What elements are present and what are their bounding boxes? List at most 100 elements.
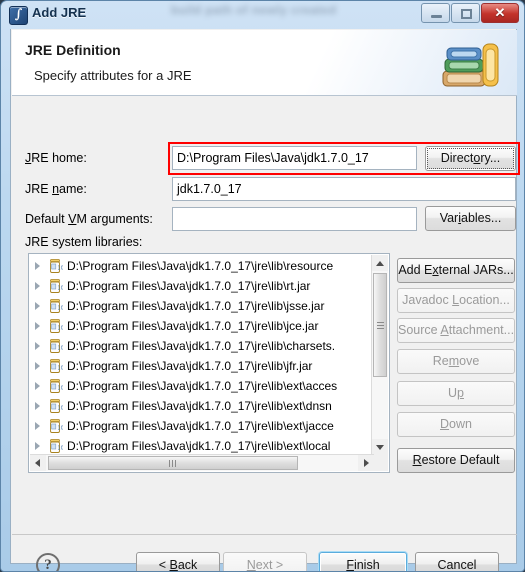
expand-arrow-icon[interactable]: [35, 342, 40, 350]
maximize-button[interactable]: [451, 3, 480, 23]
svg-text:10: 10: [57, 445, 63, 451]
minimize-icon: [431, 15, 442, 18]
caret-right-icon: [364, 459, 369, 467]
tree-row[interactable]: 10 D:\Program Files\Java\jdk1.7.0_17\jre\…: [29, 376, 374, 396]
svg-text:10: 10: [57, 265, 63, 271]
tree-row[interactable]: 10 D:\Program Files\Java\jdk1.7.0_17\jre\…: [29, 296, 374, 316]
jar-icon: 10: [47, 258, 64, 274]
title-bar[interactable]: ∫ Add JRE ✕: [1, 1, 524, 29]
side-button-up[interactable]: Up: [397, 381, 515, 406]
jre-name-input[interactable]: jdk1.7.0_17: [172, 177, 516, 201]
tree-row[interactable]: 10 D:\Program Files\Java\jdk1.7.0_17\jre\…: [29, 276, 374, 296]
back-button[interactable]: < Back: [136, 552, 220, 571]
tree-row-label: D:\Program Files\Java\jdk1.7.0_17\jre\li…: [67, 359, 313, 373]
maximize-icon: [461, 9, 472, 19]
jar-icon: 10: [47, 318, 64, 334]
scrollbar-corner: [372, 455, 388, 471]
tree-vertical-scrollbar[interactable]: [371, 255, 388, 455]
jar-icon: 10: [47, 338, 64, 354]
tree-horizontal-scrollbar[interactable]: [30, 454, 374, 471]
jar-icon: 10: [47, 378, 64, 394]
jre-system-libraries-label: JRE system libraries:: [25, 235, 143, 249]
eclipse-icon: ∫: [9, 6, 28, 25]
side-button-remove[interactable]: Remove: [397, 349, 515, 374]
expand-arrow-icon[interactable]: [35, 362, 40, 370]
tree-row-label: D:\Program Files\Java\jdk1.7.0_17\jre\li…: [67, 279, 311, 293]
svg-text:10: 10: [57, 345, 63, 351]
tree-row[interactable]: 10 D:\Program Files\Java\jdk1.7.0_17\jre\…: [29, 336, 374, 356]
tree-row[interactable]: 10 D:\Program Files\Java\jdk1.7.0_17\jre\…: [29, 356, 374, 376]
caret-left-icon: [35, 459, 40, 467]
caret-down-icon: [376, 445, 384, 450]
caret-up-icon: [376, 261, 384, 266]
tree-row[interactable]: 10 D:\Program Files\Java\jdk1.7.0_17\jre\…: [29, 316, 374, 336]
jar-icon: 10: [47, 278, 64, 294]
svg-text:10: 10: [57, 305, 63, 311]
svg-text:10: 10: [57, 405, 63, 411]
jar-icon: 10: [47, 358, 64, 374]
jar-icon: 10: [47, 398, 64, 414]
jar-icon: 10: [47, 298, 64, 314]
side-button-add-external-jars[interactable]: Add External JARs...: [397, 258, 515, 283]
dialog-window: build path of newly created ∫ Add JRE ✕ …: [0, 0, 525, 572]
tree-row[interactable]: 10 D:\Program Files\Java\jdk1.7.0_17\jre\…: [29, 396, 374, 416]
expand-arrow-icon[interactable]: [35, 422, 40, 430]
finish-button[interactable]: Finish: [319, 552, 407, 571]
tree-row-label: D:\Program Files\Java\jdk1.7.0_17\jre\li…: [67, 379, 338, 393]
jar-icon: 10: [47, 418, 64, 434]
svg-text:10: 10: [57, 385, 63, 391]
highlight-annotation: [168, 142, 520, 175]
tree-row-label: D:\Program Files\Java\jdk1.7.0_17\jre\li…: [67, 439, 331, 453]
vertical-scrollbar-thumb[interactable]: [373, 273, 387, 377]
jre-name-label: JRE name:: [25, 182, 87, 196]
close-icon: ✕: [494, 5, 506, 20]
grip-lines-icon: [169, 460, 170, 467]
close-button[interactable]: ✕: [481, 3, 519, 23]
expand-arrow-icon[interactable]: [35, 402, 40, 410]
jre-home-label: JRE home:: [25, 151, 87, 165]
tree-row-label: D:\Program Files\Java\jdk1.7.0_17\jre\li…: [67, 319, 319, 333]
tree-row-label: D:\Program Files\Java\jdk1.7.0_17\jre\li…: [67, 259, 334, 273]
svg-text:10: 10: [57, 285, 63, 291]
page-title: JRE Definition: [25, 42, 121, 58]
wizard-header-banner: JRE Definition Specify attributes for a …: [12, 30, 517, 96]
cancel-button[interactable]: Cancel: [415, 552, 499, 571]
svg-text:10: 10: [57, 325, 63, 331]
help-button[interactable]: ?: [36, 553, 60, 571]
tree-row-label: D:\Program Files\Java\jdk1.7.0_17\jre\li…: [67, 419, 334, 433]
footer-separator: [12, 534, 517, 535]
grip-lines-icon: [377, 322, 384, 323]
expand-arrow-icon[interactable]: [35, 322, 40, 330]
side-button-restore-default[interactable]: Restore Default: [397, 448, 515, 473]
horizontal-scrollbar-thumb[interactable]: [48, 456, 298, 470]
next-button[interactable]: Next >: [223, 552, 307, 571]
vm-arguments-input[interactable]: [172, 207, 417, 231]
expand-arrow-icon[interactable]: [35, 282, 40, 290]
svg-text:10: 10: [57, 425, 63, 431]
tree-row[interactable]: 10 D:\Program Files\Java\jdk1.7.0_17\jre\…: [29, 416, 374, 436]
jre-system-libraries-tree[interactable]: 10 D:\Program Files\Java\jdk1.7.0_17\jre\…: [28, 253, 390, 473]
tree-row[interactable]: 10 D:\Program Files\Java\jdk1.7.0_17\jre\…: [29, 256, 374, 276]
side-button-javadoc-location[interactable]: Javadoc Location...: [397, 288, 515, 313]
expand-arrow-icon[interactable]: [35, 302, 40, 310]
vm-arguments-label: Default VM arguments:: [25, 212, 153, 226]
svg-text:10: 10: [57, 365, 63, 371]
tree-row-label: D:\Program Files\Java\jdk1.7.0_17\jre\li…: [67, 399, 332, 413]
jar-icon: 10: [47, 438, 64, 454]
scroll-up-button[interactable]: [372, 255, 388, 271]
tree-row[interactable]: 10 D:\Program Files\Java\jdk1.7.0_17\jre\…: [29, 436, 374, 456]
expand-arrow-icon[interactable]: [35, 382, 40, 390]
dialog-client-area: JRE Definition Specify attributes for a …: [10, 29, 520, 571]
expand-arrow-icon[interactable]: [35, 442, 40, 450]
scroll-left-button[interactable]: [30, 455, 46, 471]
books-stack-icon: [442, 43, 499, 87]
scroll-down-button[interactable]: [372, 439, 388, 455]
minimize-button[interactable]: [421, 3, 450, 23]
page-subtitle: Specify attributes for a JRE: [34, 68, 192, 83]
expand-arrow-icon[interactable]: [35, 262, 40, 270]
variables-button[interactable]: Variables...: [425, 206, 516, 231]
side-button-source-attachment[interactable]: Source Attachment...: [397, 318, 515, 343]
side-button-down[interactable]: Down: [397, 412, 515, 437]
window-title: Add JRE: [32, 5, 87, 20]
tree-row-label: D:\Program Files\Java\jdk1.7.0_17\jre\li…: [67, 299, 325, 313]
